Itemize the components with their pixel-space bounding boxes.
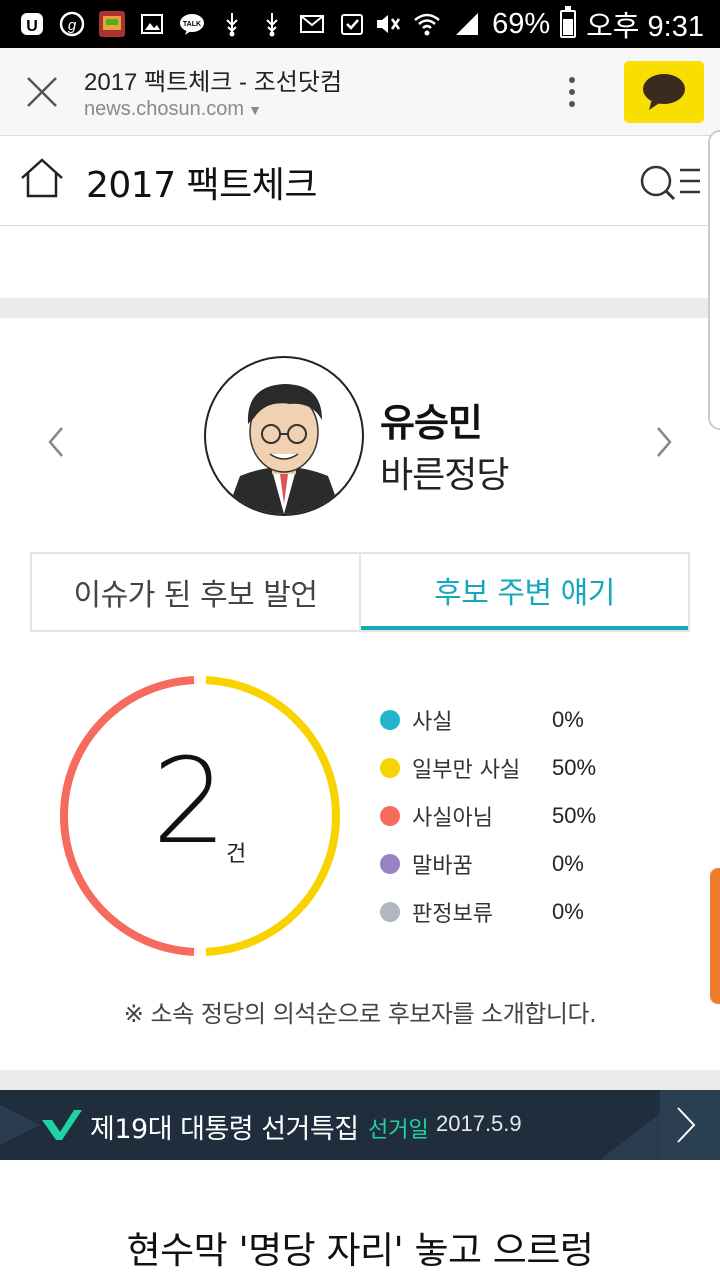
search-menu-icon[interactable]	[636, 160, 704, 204]
legend-label: 판정보류	[412, 902, 493, 927]
candidate-party: 바른정당	[380, 455, 509, 496]
game-app-icon	[98, 10, 126, 38]
usb-icon	[218, 10, 246, 38]
close-icon[interactable]	[22, 72, 62, 112]
speech-bubble-icon	[643, 74, 685, 110]
usb-debug-icon	[258, 10, 286, 38]
legend-item-true: 사실 0%	[380, 696, 700, 744]
notification-icons: U g TALK	[18, 10, 366, 38]
election-date: 2017.5.9	[436, 1111, 522, 1136]
browser-page-title: 2017 팩트체크 - 조선닷컴	[84, 69, 343, 96]
total-count: 2	[152, 732, 228, 870]
more-options-icon[interactable]	[556, 72, 588, 112]
battery-percent: 69%	[492, 7, 551, 40]
chevron-right-icon	[677, 1107, 696, 1143]
election-date-label: 선거일	[368, 1118, 429, 1143]
kakao-share-button[interactable]	[624, 61, 704, 123]
legend-value: 0%	[552, 899, 584, 924]
chart-legend: 사실 0% 일부만 사실 50% 사실아님 50% 말바꿈 0% 판정보류 0%	[380, 696, 700, 936]
legend-value: 50%	[552, 803, 597, 828]
legend-item-flip-flop: 말바꿈 0%	[380, 840, 700, 888]
legend-value: 50%	[552, 755, 597, 780]
wifi-icon	[414, 13, 440, 36]
ad-space	[0, 226, 720, 298]
kakaotalk-icon: TALK	[178, 10, 206, 38]
edge-tab[interactable]	[710, 868, 720, 1004]
battery-icon	[560, 6, 577, 38]
page-title: 2017 팩트체크	[86, 165, 318, 206]
count-unit: 건	[226, 842, 247, 867]
svg-text:U: U	[26, 18, 38, 35]
legend-label: 말바꿈	[412, 854, 473, 879]
tab-candidate-surroundings[interactable]: 후보 주변 얘기	[361, 554, 688, 630]
svg-text:TALK: TALK	[183, 21, 201, 28]
legend-dot	[380, 854, 400, 874]
ordering-note: ※ 소속 정당의 의석순으로 후보자를 소개합니다.	[123, 1000, 597, 1028]
signal-icon	[456, 13, 479, 35]
app-u-icon: U	[18, 10, 46, 38]
svg-text:g: g	[68, 17, 77, 34]
legend-dot	[380, 758, 400, 778]
browser-bar: 2017 팩트체크 - 조선닷컴 news.chosun.com ▼	[0, 48, 720, 136]
legend-dot	[380, 902, 400, 922]
candidate-avatar	[204, 356, 364, 516]
gallery-icon	[138, 10, 166, 38]
legend-item-partly-true: 일부만 사실 50%	[380, 744, 700, 792]
tab-bar: 이슈가 된 후보 발언 후보 주변 얘기	[30, 552, 690, 632]
url-dropdown-icon: ▼	[248, 102, 262, 118]
edge-panel-handle[interactable]	[708, 130, 720, 430]
legend-value: 0%	[552, 707, 584, 732]
election-special-banner[interactable]: 제19대 대통령 선거특집 선거일 2017.5.9	[0, 1090, 720, 1160]
email-icon	[298, 10, 326, 38]
clock: 오후 9:31	[586, 11, 704, 43]
app-g-icon: g	[58, 10, 86, 38]
legend-label: 사실	[412, 710, 453, 735]
page-header: 2017 팩트체크	[0, 136, 720, 226]
status-bar: U g TALK 69% 오후 9:31	[0, 0, 720, 48]
browser-url[interactable]: news.chosun.com ▼	[84, 98, 262, 121]
candidate-name: 유승민	[380, 401, 483, 445]
previous-candidate-icon[interactable]	[40, 422, 72, 462]
banner-title: 제19대 대통령 선거특집	[90, 1114, 359, 1145]
checkmark-logo-icon	[42, 1110, 82, 1140]
task-check-icon	[338, 10, 366, 38]
legend-item-pending: 판정보류 0%	[380, 888, 700, 936]
tab-candidate-statements[interactable]: 이슈가 된 후보 발언	[32, 554, 361, 630]
legend-label: 사실아님	[412, 806, 493, 831]
article-headline[interactable]: 현수막 '명당 자리' 놓고 으르렁	[0, 1220, 720, 1274]
section-divider	[0, 298, 720, 318]
legend-dot	[380, 710, 400, 730]
legend-item-false: 사실아님 50%	[380, 792, 700, 840]
url-text: news.chosun.com	[84, 98, 245, 120]
home-icon[interactable]	[18, 154, 66, 202]
legend-dot	[380, 806, 400, 826]
section-divider	[0, 1070, 720, 1090]
next-candidate-icon[interactable]	[648, 422, 680, 462]
mute-icon	[377, 15, 401, 33]
system-indicators: 69% 오후 9:31	[372, 3, 704, 45]
legend-value: 0%	[552, 851, 584, 876]
legend-label: 일부만 사실	[412, 758, 521, 783]
